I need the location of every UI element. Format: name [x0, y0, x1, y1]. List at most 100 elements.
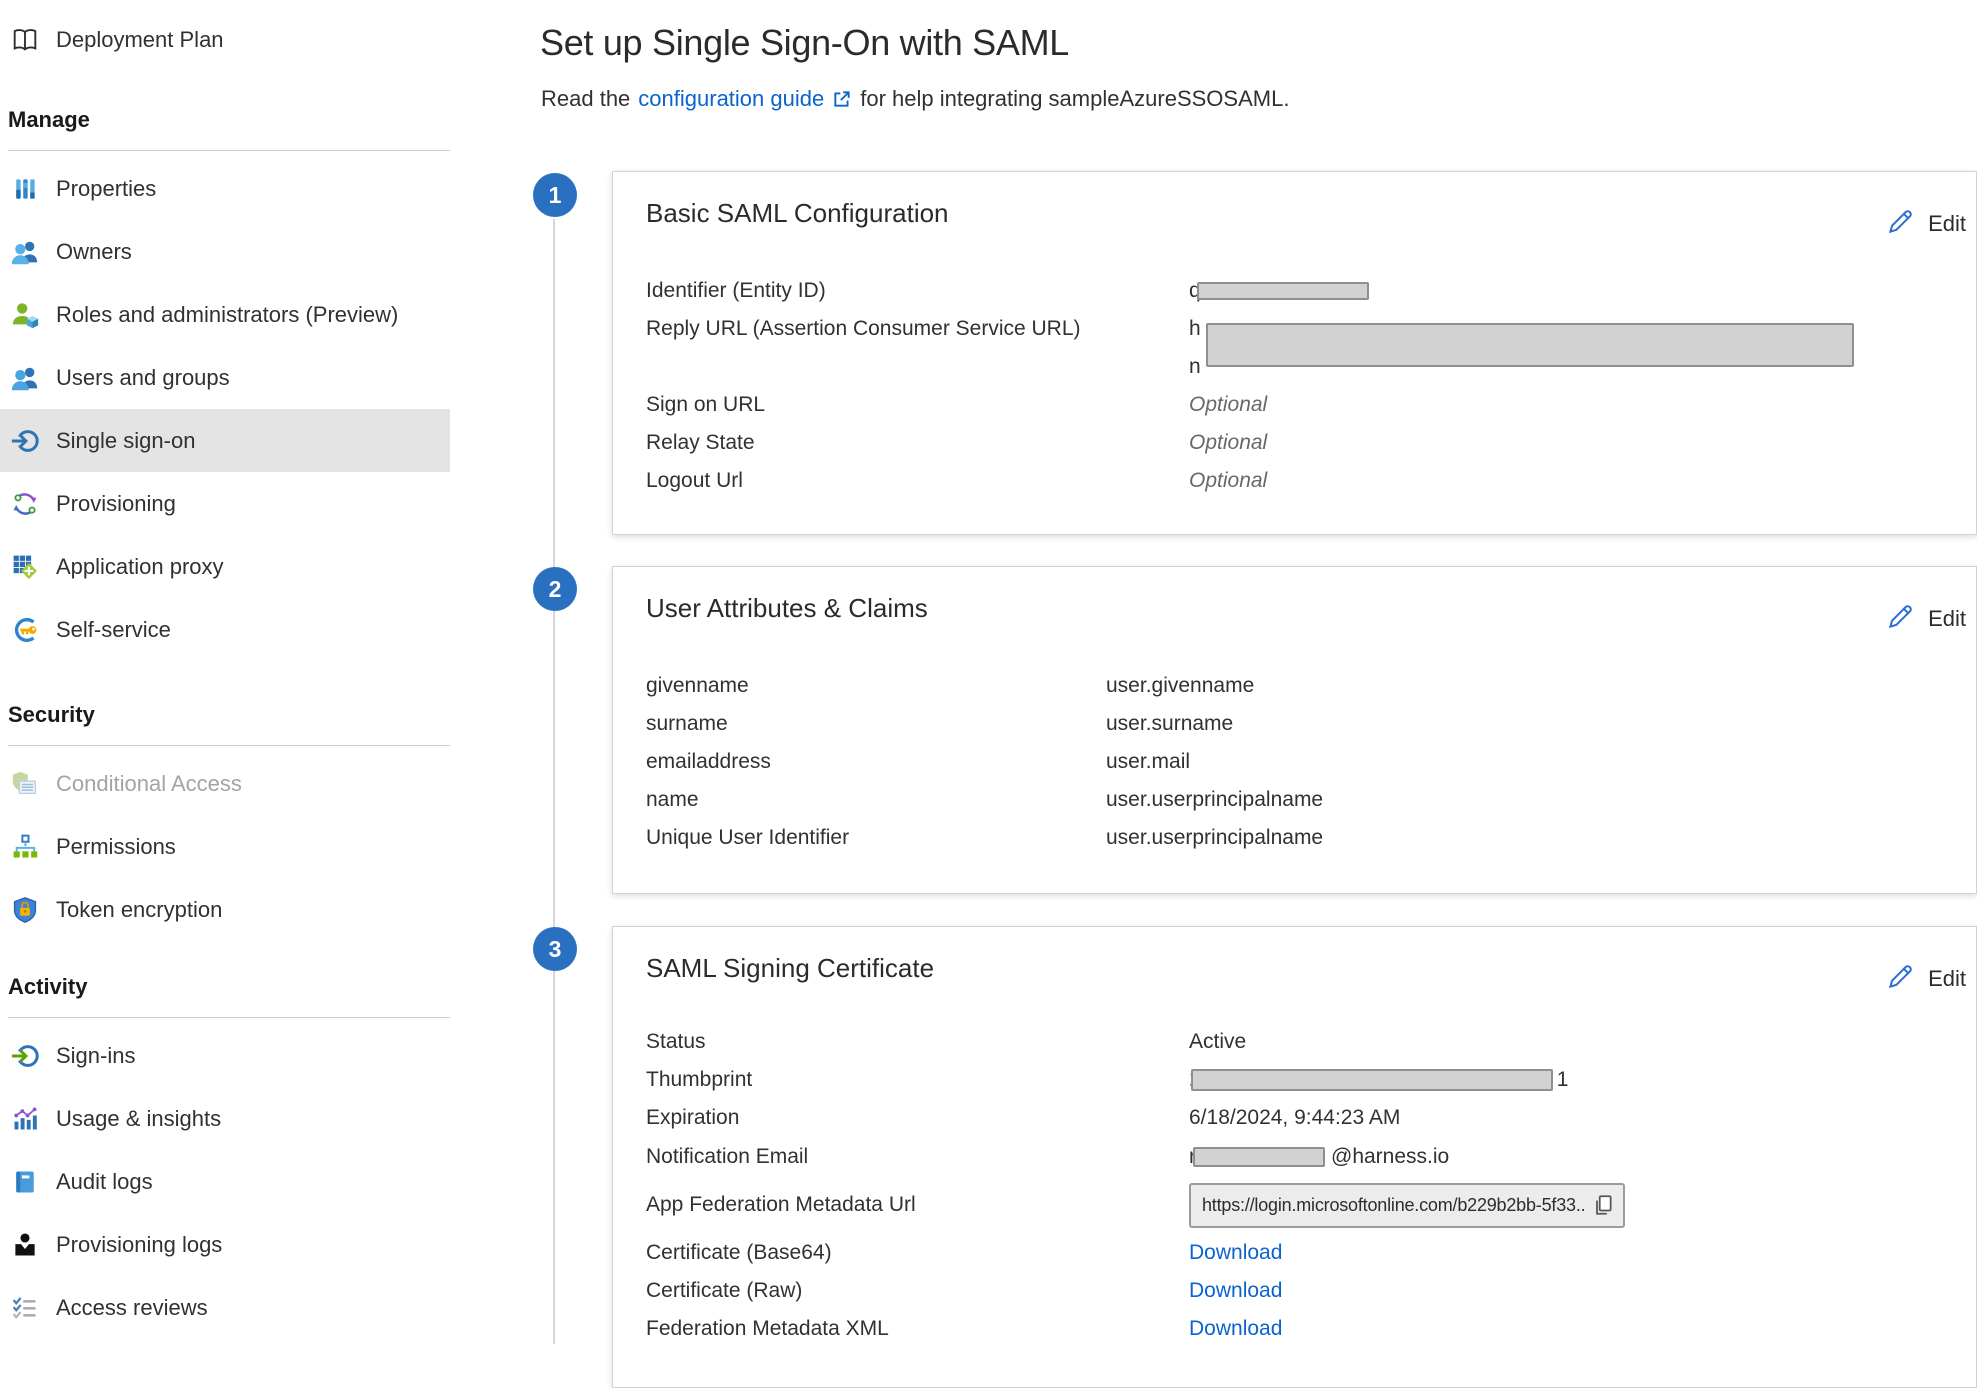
app-federation-metadata-row: App Federation Metadata Url https://logi…: [646, 1176, 1960, 1234]
notification-email-value: r@harness.io: [1189, 1145, 1960, 1169]
copy-icon[interactable]: [1591, 1193, 1615, 1217]
sidebar-item-permissions[interactable]: Permissions: [0, 815, 450, 878]
book-icon: [9, 24, 41, 56]
claim-value: user.userprincipalname: [1106, 826, 1960, 850]
token-encryption-icon: [9, 894, 41, 926]
download-certificate-raw-link[interactable]: Download: [1189, 1279, 1282, 1302]
federation-metadata-xml-row: Federation Metadata XML Download: [646, 1310, 1960, 1348]
user-attributes-claims-card: User Attributes & Claims Edit givenname …: [612, 566, 1977, 894]
identifier-row: Identifier (Entity ID) q: [646, 272, 1960, 310]
sidebar-item-properties[interactable]: Properties: [0, 157, 450, 220]
edit-label: Edit: [1928, 606, 1966, 632]
sidebar-item-label: Owners: [56, 239, 132, 265]
card-title: Basic SAML Configuration: [646, 198, 949, 229]
sidebar-item-single-sign-on[interactable]: Single sign-on: [0, 409, 450, 472]
field-label: Reply URL (Assertion Consumer Service UR…: [646, 310, 1189, 348]
page-title: Set up Single Sign-On with SAML: [540, 22, 1069, 64]
edit-label: Edit: [1928, 211, 1966, 237]
sidebar-item-label: Permissions: [56, 834, 176, 860]
sign-on-url-value: Optional: [1189, 393, 1960, 417]
basic-saml-configuration-card: Basic SAML Configuration Edit Identifier…: [612, 171, 1977, 535]
claim-row: surname user.surname: [646, 705, 1960, 743]
properties-icon: [9, 173, 41, 205]
claim-value: user.surname: [1106, 712, 1960, 736]
intro-text: Read the configuration guide for help in…: [541, 86, 1289, 112]
field-label: Certificate (Raw): [646, 1279, 1189, 1303]
thumbprint-row: Thumbprint 21: [646, 1061, 1960, 1099]
sidebar-item-label: Self-service: [56, 617, 171, 643]
sidebar-item-access-reviews[interactable]: Access reviews: [0, 1276, 450, 1339]
self-service-icon: [9, 614, 41, 646]
sidebar-item-label: Provisioning logs: [56, 1232, 222, 1258]
owners-icon: [9, 236, 41, 268]
saml-signing-certificate-card: SAML Signing Certificate Edit Status Act…: [612, 926, 1977, 1388]
sidebar-item-self-service[interactable]: Self-service: [0, 598, 450, 661]
relay-state-value: Optional: [1189, 431, 1960, 455]
edit-signing-certificate-button[interactable]: Edit: [1886, 961, 1966, 997]
step-badge-1: 1: [533, 173, 577, 217]
metadata-url-cell: https://login.microsoftonline.com/b229b2…: [1189, 1183, 1960, 1228]
identifier-value: q: [1189, 279, 1960, 303]
sidebar-item-sign-ins[interactable]: Sign-ins: [0, 1024, 450, 1087]
sidebar-item-label: Token encryption: [56, 897, 222, 923]
sidebar-item-application-proxy[interactable]: Application proxy: [0, 535, 450, 598]
expiration-value: 6/18/2024, 9:44:23 AM: [1189, 1106, 1960, 1130]
logout-url-row: Logout Url Optional: [646, 462, 1960, 500]
claim-row: name user.userprincipalname: [646, 781, 1960, 819]
users-groups-icon: [9, 362, 41, 394]
claim-name: emailaddress: [646, 750, 1106, 774]
sidebar: Deployment Plan Manage Properties Owners…: [0, 0, 450, 1339]
sidebar-item-users-groups[interactable]: Users and groups: [0, 346, 450, 409]
sidebar-item-label: Conditional Access: [56, 771, 242, 797]
claim-value: user.givenname: [1106, 674, 1960, 698]
sidebar-item-roles-administrators[interactable]: Roles and administrators (Preview): [0, 283, 450, 346]
configuration-guide-link[interactable]: configuration guide: [638, 86, 824, 112]
pencil-icon: [1886, 961, 1916, 997]
sidebar-header-activity: Activity: [8, 972, 450, 1002]
sidebar-item-token-encryption[interactable]: Token encryption: [0, 878, 450, 941]
expiration-row: Expiration 6/18/2024, 9:44:23 AM: [646, 1099, 1960, 1137]
sidebar-item-audit-logs[interactable]: Audit logs: [0, 1150, 450, 1213]
claim-name: name: [646, 788, 1106, 812]
redaction-box: [1206, 323, 1854, 367]
field-label: Relay State: [646, 431, 1189, 455]
sidebar-item-label: Provisioning: [56, 491, 176, 517]
download-federation-metadata-xml-link[interactable]: Download: [1189, 1317, 1282, 1340]
sidebar-item-usage-insights[interactable]: Usage & insights: [0, 1087, 450, 1150]
roles-administrators-icon: [9, 299, 41, 331]
intro-prefix: Read the: [541, 86, 630, 112]
pencil-icon: [1886, 601, 1916, 637]
download-certificate-base64-link[interactable]: Download: [1189, 1241, 1282, 1264]
field-label: Sign on URL: [646, 393, 1189, 417]
audit-logs-icon: [9, 1166, 41, 1198]
relay-state-row: Relay State Optional: [646, 424, 1960, 462]
field-label: Status: [646, 1030, 1189, 1054]
sidebar-item-label: Single sign-on: [56, 428, 195, 454]
sidebar-item-label: Audit logs: [56, 1169, 153, 1195]
sidebar-item-deployment-plan[interactable]: Deployment Plan: [0, 8, 450, 72]
edit-basic-saml-button[interactable]: Edit: [1886, 206, 1966, 242]
metadata-url-value: https://login.microsoftonline.com/b229b2…: [1202, 1195, 1585, 1216]
permissions-icon: [9, 831, 41, 863]
step-connector-line: [553, 219, 555, 1344]
claim-name: Unique User Identifier: [646, 826, 1106, 850]
sidebar-item-label: Roles and administrators (Preview): [56, 302, 398, 328]
usage-insights-icon: [9, 1103, 41, 1135]
divider: [8, 150, 450, 151]
sidebar-item-provisioning-logs[interactable]: Provisioning logs: [0, 1213, 450, 1276]
field-label: Federation Metadata XML: [646, 1317, 1189, 1341]
edit-user-attributes-button[interactable]: Edit: [1886, 601, 1966, 637]
logout-url-value: Optional: [1189, 469, 1960, 493]
sidebar-item-conditional-access[interactable]: Conditional Access: [0, 752, 450, 815]
provisioning-icon: [9, 488, 41, 520]
metadata-url-input[interactable]: https://login.microsoftonline.com/b229b2…: [1189, 1183, 1625, 1228]
sidebar-item-provisioning[interactable]: Provisioning: [0, 472, 450, 535]
sidebar-item-owners[interactable]: Owners: [0, 220, 450, 283]
claim-value: user.mail: [1106, 750, 1960, 774]
single-sign-on-icon: [9, 425, 41, 457]
thumbprint-value: 21: [1189, 1068, 1960, 1092]
pencil-icon: [1886, 206, 1916, 242]
sidebar-item-label: Application proxy: [56, 554, 224, 580]
claim-value: user.userprincipalname: [1106, 788, 1960, 812]
step-badge-3: 3: [533, 927, 577, 971]
